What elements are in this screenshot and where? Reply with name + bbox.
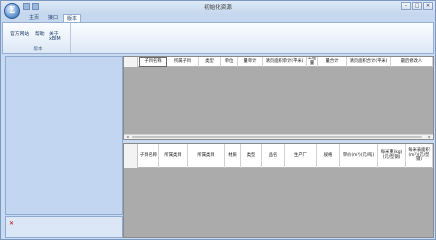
ribbon-panel: 官方网站 帮助 关于xBIM 版本 xyxy=(2,22,434,54)
column-header[interactable]: 规格 xyxy=(317,144,340,168)
column-header[interactable]: 量单计 xyxy=(238,57,263,67)
column-header[interactable]: 每米重(kg)(元/型钢) xyxy=(378,144,406,168)
grid-bottom-header: 子目名称 所属类目 所属类目 材质 类型 品名 生产厂 规格 単价(m³)(元/… xyxy=(124,144,433,168)
column-header[interactable]: 每米表面积(m²)(元/型钢) xyxy=(406,144,433,168)
tab-version[interactable]: 版本 xyxy=(63,14,81,22)
column-header[interactable]: 品名 xyxy=(262,144,285,168)
column-header[interactable]: 材质 xyxy=(225,144,241,168)
column-header[interactable]: 最后修改人 xyxy=(391,57,433,67)
navigation-pane-footer: ✕ xyxy=(5,216,123,238)
scroll-thumb[interactable] xyxy=(132,136,422,138)
row-header-corner[interactable] xyxy=(124,57,138,67)
column-header[interactable]: 所属子目 xyxy=(167,57,199,67)
close-button[interactable]: ✕ xyxy=(423,2,433,10)
scroll-right-icon[interactable]: ▸ xyxy=(427,135,432,139)
column-header[interactable]: 单位 xyxy=(221,57,238,67)
column-header[interactable]: 所属类目 xyxy=(159,144,188,168)
column-header[interactable]: 子目名称 xyxy=(139,57,167,67)
window-controls: – □ ✕ xyxy=(401,2,433,10)
grid-top-header: 子目名称 所属子目 类型 单位 量单计 清页面积单计(平米) 工程量 量合计 清… xyxy=(124,57,433,67)
column-header[interactable]: 清页面积合计(平米) xyxy=(347,57,391,67)
official-site-button[interactable]: 官方网站 xyxy=(10,30,29,37)
column-header[interactable]: 清页面积单计(平米) xyxy=(263,57,307,67)
help-button[interactable]: 帮助 xyxy=(35,30,45,37)
close-pane-icon[interactable]: ✕ xyxy=(9,220,14,227)
column-header[interactable]: 所属类目 xyxy=(188,144,225,168)
minimize-button[interactable]: – xyxy=(401,2,411,10)
app-logo-icon: Σ xyxy=(8,6,16,16)
navigation-pane[interactable] xyxy=(5,56,123,215)
ribbon-group-label: 版本 xyxy=(33,47,43,52)
app-window: 初始化资源 – □ ✕ Σ 主页 接口 版本 官方网站 帮助 关于xBIM 版本… xyxy=(0,0,436,240)
horizontal-scrollbar[interactable]: ◂ ▸ xyxy=(124,134,433,139)
column-header[interactable]: 类型 xyxy=(241,144,262,168)
window-title: 初始化资源 xyxy=(204,5,232,11)
tab-home[interactable]: 主页 xyxy=(25,14,43,22)
ribbon-tab-bar: 主页 接口 版本 xyxy=(1,14,435,22)
column-header[interactable]: 工程量 xyxy=(307,57,318,67)
application-menu-button[interactable]: Σ xyxy=(4,3,20,19)
ribbon-group-version: 官方网站 帮助 关于xBIM 版本 xyxy=(5,23,71,53)
row-header-corner[interactable] xyxy=(124,144,138,168)
scroll-left-icon[interactable]: ◂ xyxy=(125,135,130,139)
column-header[interactable]: 単价(m³)(元/吨) xyxy=(340,144,378,168)
column-header[interactable]: 子目名称 xyxy=(139,144,159,168)
resource-grid-top[interactable]: 子目名称 所属子目 类型 单位 量单计 清页面积单计(平米) 工程量 量合计 清… xyxy=(123,56,434,140)
resource-grid-bottom[interactable]: 子目名称 所属类目 所属类目 材质 类型 品名 生产厂 规格 単价(m³)(元/… xyxy=(123,143,434,238)
column-header[interactable]: 生产厂 xyxy=(285,144,317,168)
column-header[interactable]: 类型 xyxy=(199,57,221,67)
title-bar: 初始化资源 – □ ✕ xyxy=(1,1,435,14)
tab-interface[interactable]: 接口 xyxy=(44,14,62,22)
about-button[interactable]: 关于xBIM xyxy=(49,30,70,42)
maximize-button[interactable]: □ xyxy=(412,2,422,10)
column-header[interactable]: 量合计 xyxy=(318,57,347,67)
